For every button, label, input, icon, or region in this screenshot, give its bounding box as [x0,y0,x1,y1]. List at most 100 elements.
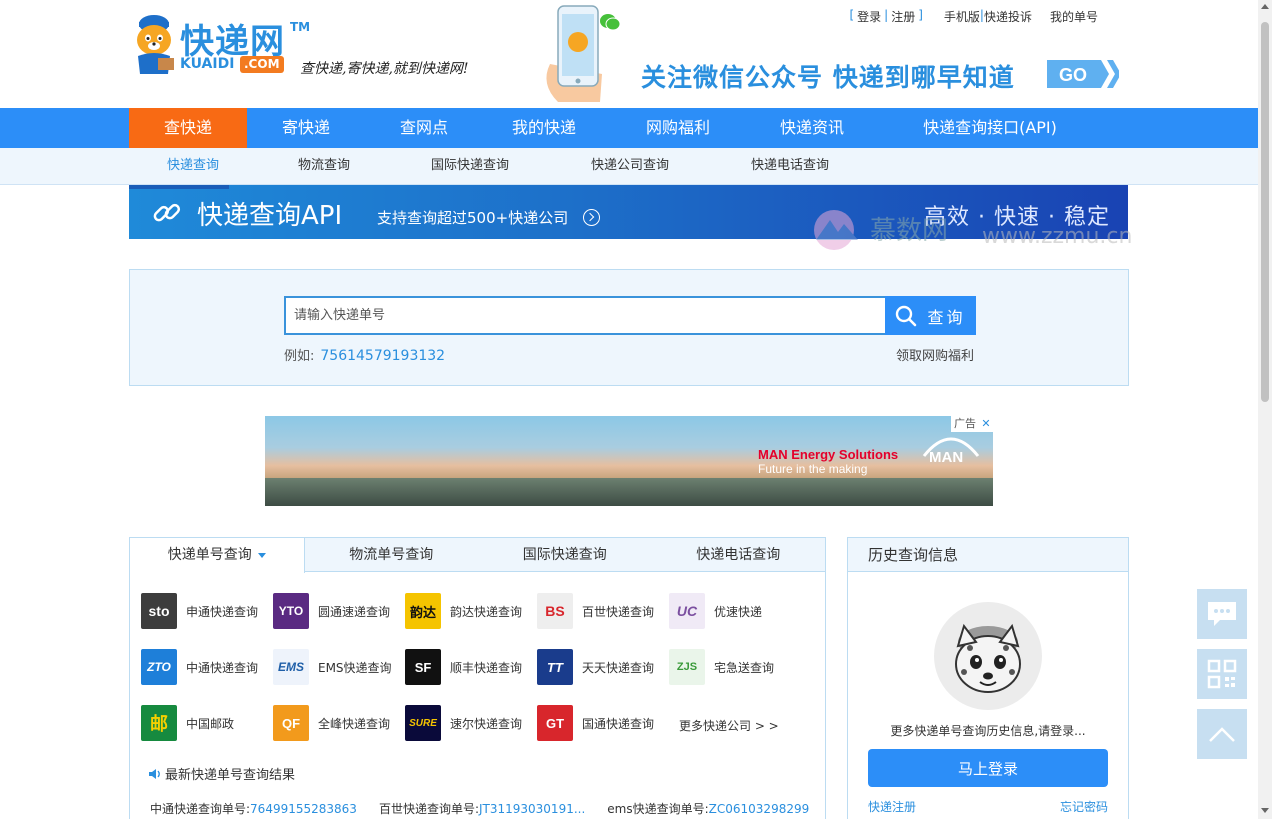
wechat-follow-text: 关注微信公众号 快递到哪早知道 [641,63,1015,92]
man-logo-text: MAN [929,449,963,464]
search-button-label: 查询 [927,309,966,327]
example-number-link[interactable]: 75614579193132 [320,348,445,364]
courier-item[interactable]: SURE 速尔快递查询 [405,705,537,741]
logo-english-text: KUAIDI [180,56,235,72]
ad-label: 广告 [951,416,979,432]
courier-item[interactable]: ZJS 宅急送查询 [669,649,801,685]
courier-item[interactable]: TT 天天快递查询 [537,649,669,685]
zjs-logo-icon: ZJS [669,649,705,685]
main-nav: 查快递 寄快递 查网点 我的快递 网购福利 快递资讯 快递查询接口(API) [0,108,1258,148]
api-banner[interactable]: 快递查询API 支持查询超过500+快递公司 高效 · 快速 · 稳定 [129,185,1128,239]
nav-item-news[interactable]: 快递资讯 [751,108,873,148]
courier-item[interactable]: BS 百世快递查询 [537,593,669,629]
site-header: 快递网 TM KUAIDI .COM 查快递,寄快递,就到快递网! 关注微信公众… [0,0,1258,108]
express-register-link[interactable]: 快递注册 [868,798,916,815]
phone-in-hand-icon [546,5,602,102]
latest-result-item[interactable]: 百世快递查询单号:JT31193030191... [379,800,585,817]
tracking-number-input[interactable] [284,296,886,335]
arrow-right-circle-icon [583,209,600,226]
back-to-top-button[interactable] [1197,709,1247,759]
forgot-password-link[interactable]: 忘记密码 [1060,798,1108,815]
nav-item-track[interactable]: 查快递 [129,108,247,148]
latest-result-item[interactable]: ems快递查询单号:ZC06103298299 [607,800,809,817]
courier-item[interactable]: UC 优速快递 [669,593,801,629]
best-logo-icon: BS [537,593,573,629]
tab-express-number[interactable]: 快递单号查询 [130,538,305,573]
nav-item-send[interactable]: 寄快递 [247,108,365,148]
search-icon [896,305,917,326]
link-icon [153,203,181,222]
go-arrow-icon[interactable]: GO [1047,58,1119,90]
courier-item[interactable]: SF 顺丰快递查询 [405,649,537,685]
scroll-down-arrow-icon[interactable] [1261,808,1269,813]
tiantian-logo-icon: TT [537,649,573,685]
latest-results-list: 中通快递查询单号:76499155283863 百世快递查询单号:JT31193… [150,800,809,817]
yto-logo-icon: YTO [273,593,309,629]
china-post-logo-icon: 邮 [141,705,177,741]
nav-item-my-express[interactable]: 我的快递 [483,108,605,148]
complaint-link[interactable]: 快递投诉 [984,8,1032,25]
subnav-item-logistics[interactable]: 物流查询 [298,148,350,184]
guotong-logo-icon: GT [537,705,573,741]
courier-item[interactable]: GT 国通快递查询 [537,705,669,741]
history-title: 历史查询信息 [848,538,1128,572]
latest-result-item[interactable]: 中通快递查询单号:76499155283863 [150,800,357,817]
qr-code-button[interactable] [1197,649,1247,699]
logo-trademark: TM [290,20,311,34]
courier-tabs: 快递单号查询 物流单号查询 国际快递查询 快递电话查询 [130,538,826,573]
courier-item[interactable]: QF 全峰快递查询 [273,705,405,741]
qr-code-icon [1207,659,1237,689]
search-button[interactable]: 查询 [885,296,976,335]
scrollbar-thumb[interactable] [1261,22,1269,402]
login-now-button[interactable]: 马上登录 [868,749,1108,787]
nav-item-welfare[interactable]: 网购福利 [605,108,751,148]
tab-international[interactable]: 国际快递查询 [478,538,652,572]
example-row: 例如: 75614579193132 [284,345,445,364]
courier-item[interactable]: sto 申通快递查询 [141,593,273,629]
subnav-item-company[interactable]: 快递公司查询 [591,148,669,184]
zto-logo-icon: ZTO [141,649,177,685]
nav-item-api[interactable]: 快递查询接口(API) [873,108,1107,148]
logo-slogan: 查快递,寄快递,就到快递网! [300,61,469,77]
api-banner-slogan: 高效 · 快速 · 稳定 [924,205,1110,230]
courier-item[interactable]: ZTO 中通快递查询 [141,649,273,685]
wechat-icon [600,14,621,31]
tab-phone[interactable]: 快递电话查询 [652,538,826,572]
courier-item[interactable]: 韵达 韵达快递查询 [405,593,537,629]
latest-results-heading: 最新快递单号查询结果 [148,764,295,783]
chat-button[interactable] [1197,589,1247,639]
courier-item[interactable]: EMS EMS快递查询 [273,649,405,685]
example-label: 例如: [284,349,315,364]
api-banner-title: 快递查询API [197,201,343,231]
subnav-item-phone[interactable]: 快递电话查询 [751,148,829,184]
register-link[interactable]: 注册 [891,8,915,25]
courier-panel: 快递单号查询 物流单号查询 国际快递查询 快递电话查询 sto 申通快递查询 YT… [129,537,826,819]
sto-logo-icon: sto [141,593,177,629]
advertisement[interactable]: MAN Energy Solutions Future in the makin… [265,416,993,506]
page-scrollbar[interactable] [1258,0,1272,819]
caret-down-icon [257,552,266,558]
sf-logo-icon: SF [405,649,441,685]
history-panel: 历史查询信息 更多快递单号查询历史信息,请登录... 马上登录 快递注册 忘记密… [847,537,1129,819]
nav-item-outlets[interactable]: 查网点 [365,108,483,148]
man-logo-icon: MAN [922,437,980,464]
subnav-item-international[interactable]: 国际快递查询 [431,148,509,184]
tiger-mascot-icon [137,15,174,74]
site-logo[interactable]: 快递网 TM KUAIDI .COM 查快递,寄快递,就到快递网! [128,10,508,90]
subnav-item-express[interactable]: 快递查询 [167,148,219,184]
more-couriers-link[interactable]: 更多快递公司 > > [679,717,779,734]
close-icon[interactable]: ✕ [979,416,993,432]
courier-item[interactable]: YTO 圆通速递查询 [273,593,405,629]
welfare-link[interactable]: 领取网购福利 [896,345,974,364]
chat-bubble-icon [1208,602,1236,626]
my-orders-link[interactable]: 我的单号 [1050,8,1098,25]
chevron-up-icon [1209,727,1235,742]
search-panel: 查询 例如: 75614579193132 领取网购福利 [129,269,1129,386]
courier-item[interactable]: 邮中国邮政 [141,705,273,741]
scroll-up-arrow-icon[interactable] [1261,4,1269,9]
tab-logistics-number[interactable]: 物流单号查询 [305,538,479,572]
top-links: [ 登录 | 注册 ] 手机版 | 快递投诉 我的单号 [849,8,1098,25]
uc-logo-icon: UC [669,593,705,629]
mobile-version-link[interactable]: 手机版 [944,8,980,25]
login-link[interactable]: 登录 [857,8,881,25]
